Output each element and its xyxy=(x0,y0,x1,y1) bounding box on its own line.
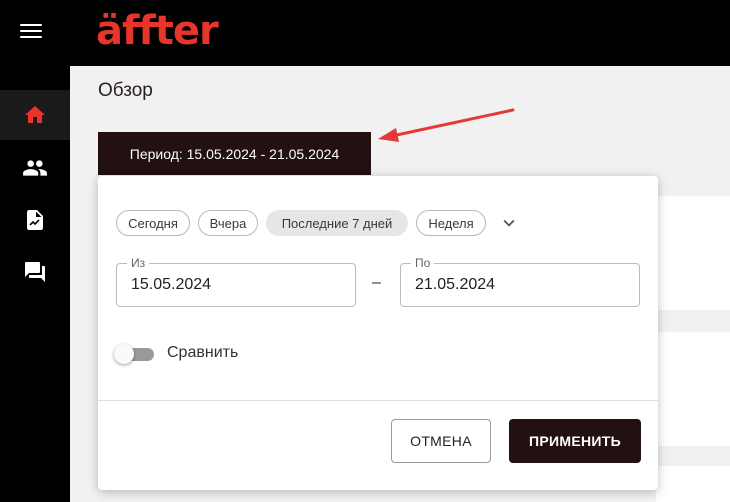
date-from-input[interactable] xyxy=(131,274,341,296)
preset-week-chip[interactable]: Неделя xyxy=(416,210,486,236)
sidebar-item-messages[interactable] xyxy=(0,247,70,297)
svg-text:äffter: äffter xyxy=(96,8,219,52)
date-to-label: По xyxy=(411,256,435,270)
date-from-label: Из xyxy=(127,256,150,270)
apply-button[interactable]: ПРИМЕНИТЬ xyxy=(509,419,641,463)
date-range-dialog: Сегодня Вчера Последние 7 дней Неделя Из… xyxy=(98,176,658,490)
cancel-button[interactable]: ОТМЕНА xyxy=(391,419,491,463)
sidebar-item-home[interactable] xyxy=(0,90,70,140)
compare-toggle[interactable] xyxy=(114,344,154,364)
sidebar-item-reports[interactable] xyxy=(0,195,70,245)
report-icon xyxy=(27,210,43,230)
background-card xyxy=(656,196,730,310)
users-icon xyxy=(23,160,47,176)
annotation-arrow xyxy=(378,108,515,142)
background-card xyxy=(656,332,730,446)
dialog-divider xyxy=(98,400,658,401)
chevron-down-icon[interactable] xyxy=(498,212,520,234)
preset-today-chip[interactable]: Сегодня xyxy=(116,210,190,236)
date-range-separator: – xyxy=(372,274,381,291)
background-card xyxy=(656,466,730,502)
toggle-thumb xyxy=(114,344,134,364)
sidebar xyxy=(0,66,70,502)
top-bar: äffter xyxy=(0,0,730,66)
date-from-field[interactable]: Из xyxy=(116,256,356,307)
period-selector-button[interactable]: Период: 15.05.2024 - 21.05.2024 xyxy=(98,132,371,175)
sidebar-item-users[interactable] xyxy=(0,143,70,193)
compare-label: Сравнить xyxy=(167,344,239,361)
page-title: Обзор xyxy=(98,80,153,101)
home-icon xyxy=(25,106,45,123)
date-to-field[interactable]: По xyxy=(400,256,640,307)
affter-logo: äffter xyxy=(96,8,220,52)
preset-last-7-days-chip[interactable]: Последние 7 дней xyxy=(266,210,408,236)
chat-icon xyxy=(25,262,45,282)
date-to-input[interactable] xyxy=(415,274,625,296)
preset-yesterday-chip[interactable]: Вчера xyxy=(198,210,258,236)
hamburger-menu-icon[interactable] xyxy=(20,24,42,42)
